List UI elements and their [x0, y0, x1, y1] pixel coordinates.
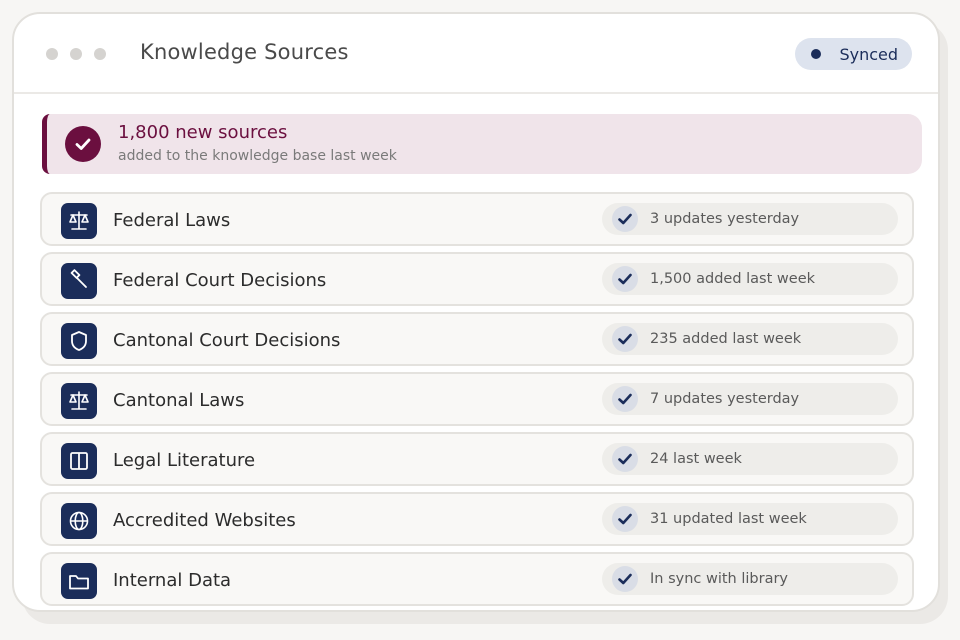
check-icon [612, 506, 638, 532]
source-row-cantonal-court-decisions[interactable]: Cantonal Court Decisions 235 added last … [40, 312, 914, 366]
banner-title: 1,800 new sources [118, 122, 288, 143]
banner-subtitle: added to the knowledge base last week [118, 148, 397, 164]
source-label: Federal Laws [113, 210, 231, 231]
window-control-dot[interactable] [94, 48, 106, 60]
source-row-federal-laws[interactable]: Federal Laws 3 updates yesterday [40, 192, 914, 246]
folder-icon [61, 563, 97, 599]
book-icon [61, 443, 97, 479]
check-icon [612, 266, 638, 292]
source-status-text: 3 updates yesterday [650, 211, 800, 227]
scales-icon [61, 203, 97, 239]
check-icon [612, 326, 638, 352]
check-icon [612, 566, 638, 592]
scales-icon [61, 383, 97, 419]
source-label: Cantonal Court Decisions [113, 330, 341, 351]
source-status: 7 updates yesterday [602, 383, 898, 415]
source-label: Legal Literature [113, 450, 256, 471]
source-label: Accredited Websites [113, 510, 296, 531]
new-sources-banner: 1,800 new sources added to the knowledge… [42, 114, 922, 174]
source-row-cantonal-laws[interactable]: Cantonal Laws 7 updates yesterday [40, 372, 914, 426]
window-title: Knowledge Sources [140, 40, 349, 64]
knowledge-sources-window: Knowledge Sources Synced 1,800 new sourc… [12, 12, 940, 612]
source-label: Cantonal Laws [113, 390, 245, 411]
source-status-text: In sync with library [650, 571, 789, 587]
source-status-text: 31 updated last week [650, 511, 807, 527]
window-control-dot[interactable] [46, 48, 58, 60]
sync-status-badge: Synced [795, 38, 912, 70]
source-row-legal-literature[interactable]: Legal Literature 24 last week [40, 432, 914, 486]
sync-status-label: Synced [839, 44, 898, 64]
source-label: Federal Court Decisions [113, 270, 327, 291]
check-icon [612, 206, 638, 232]
source-row-accredited-websites[interactable]: Accredited Websites 31 updated last week [40, 492, 914, 546]
source-status-text: 24 last week [650, 451, 742, 467]
source-status: In sync with library [602, 563, 898, 595]
source-status: 24 last week [602, 443, 898, 475]
check-icon [612, 386, 638, 412]
source-row-federal-court-decisions[interactable]: Federal Court Decisions 1,500 added last… [40, 252, 914, 306]
globe-icon [61, 503, 97, 539]
source-status: 3 updates yesterday [602, 203, 898, 235]
source-status-text: 1,500 added last week [650, 271, 816, 287]
shield-icon [61, 323, 97, 359]
window-titlebar: Knowledge Sources Synced [14, 14, 938, 94]
source-status-text: 235 added last week [650, 331, 802, 347]
check-circle-icon [65, 126, 101, 162]
source-status: 1,500 added last week [602, 263, 898, 295]
window-control-dot[interactable] [70, 48, 82, 60]
source-status-text: 7 updates yesterday [650, 391, 800, 407]
gavel-icon [61, 263, 97, 299]
source-label: Internal Data [113, 570, 232, 591]
source-row-internal-data[interactable]: Internal Data In sync with library [40, 552, 914, 606]
status-dot-icon [811, 49, 822, 59]
sources-list: Federal Laws 3 updates yesterday Federal… [40, 192, 914, 610]
source-status: 31 updated last week [602, 503, 898, 535]
check-icon [612, 446, 638, 472]
source-status: 235 added last week [602, 323, 898, 355]
